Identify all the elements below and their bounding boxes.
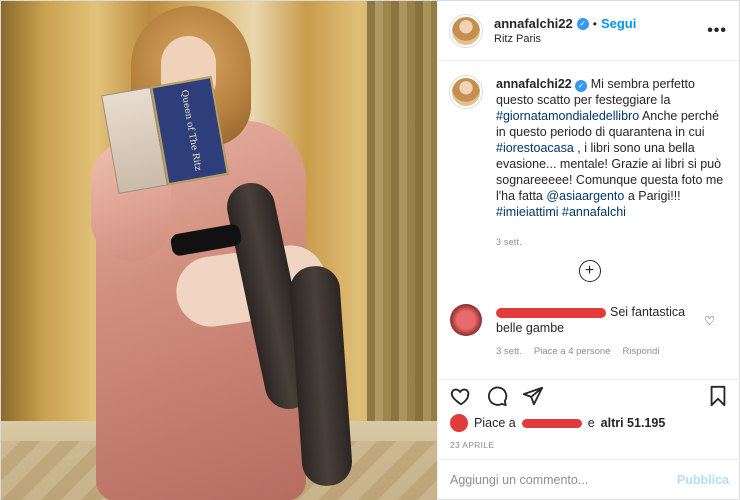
action-icons	[450, 382, 729, 410]
verified-badge-icon: ✓	[576, 17, 589, 30]
book: Queen of The Ritz	[101, 76, 229, 194]
mention-link[interactable]: @asiaargento	[546, 189, 624, 203]
commenter-avatar[interactable]	[450, 304, 482, 336]
plus-circle-icon[interactable]: +	[578, 260, 601, 282]
comment-icon[interactable]	[486, 385, 508, 407]
comment-input[interactable]	[450, 473, 677, 487]
post-sidebar: annafalchi22 ✓ • Segui Ritz Paris ••• an…	[437, 1, 740, 500]
username-link[interactable]: annafalchi22	[494, 16, 573, 31]
verified-badge-icon: ✓	[575, 80, 588, 92]
comment-body: Sei fantastica belle gambe 3 sett. Piace…	[496, 304, 701, 360]
load-more-comments[interactable]: +	[450, 260, 729, 282]
likes-summary[interactable]: Piace a e altri 51.195	[450, 414, 729, 432]
caption-timestamp[interactable]: 3 sett.	[496, 234, 729, 250]
book-title: Queen of The Ritz	[178, 89, 203, 172]
post-actions: Piace a e altri 51.195 23 APRILE	[438, 379, 740, 450]
hashtag-link[interactable]: #iorestoacasa	[496, 141, 574, 155]
caption: annafalchi22 ✓ Mi sembra perfetto questo…	[450, 76, 729, 250]
heart-icon[interactable]	[450, 385, 472, 407]
caption-text: a Parigi!!!	[624, 189, 681, 203]
reply-button[interactable]: Rispondi	[622, 344, 659, 360]
caption-username[interactable]: annafalchi22	[496, 77, 572, 91]
likes-count[interactable]: altri 51.195	[601, 416, 666, 430]
comment-timestamp[interactable]: 3 sett.	[496, 344, 522, 360]
bookmark-icon[interactable]	[707, 385, 729, 407]
header-row: annafalchi22 ✓ • Segui	[494, 16, 707, 31]
share-icon[interactable]	[522, 385, 544, 407]
caption-avatar[interactable]	[450, 76, 482, 108]
comment-item: Sei fantastica belle gambe 3 sett. Piace…	[450, 304, 729, 360]
separator-dot: •	[592, 16, 597, 31]
add-comment-bar: Pubblica	[438, 459, 740, 500]
post-modal: Queen of The Ritz annafalchi22 ✓ • Segui…	[0, 0, 740, 500]
hashtag-link[interactable]: #imieiattimi	[496, 205, 559, 219]
likes-prefix: Piace a	[474, 416, 516, 430]
follow-button[interactable]: Segui	[601, 16, 636, 31]
hashtag-link[interactable]: #annafalchi	[562, 205, 626, 219]
comments-section[interactable]: annafalchi22 ✓ Mi sembra perfetto questo…	[438, 62, 740, 378]
avatar[interactable]	[450, 14, 482, 47]
likes-middle: e	[587, 416, 595, 430]
location-link[interactable]: Ritz Paris	[494, 33, 707, 45]
post-date[interactable]: 23 APRILE	[450, 440, 729, 450]
caption-body: annafalchi22 ✓ Mi sembra perfetto questo…	[496, 76, 729, 250]
comment-likes[interactable]: Piace a 4 persone	[534, 344, 611, 360]
comment-meta: 3 sett. Piace a 4 persone Rispondi	[496, 344, 701, 360]
more-options-icon[interactable]: •••	[707, 22, 727, 40]
liker-avatar	[450, 414, 468, 432]
header-text: annafalchi22 ✓ • Segui Ritz Paris	[494, 16, 707, 45]
post-header: annafalchi22 ✓ • Segui Ritz Paris •••	[438, 1, 739, 61]
comment-like-icon[interactable]: ♡	[704, 314, 715, 328]
redacted-username	[496, 307, 606, 318]
post-photo[interactable]: Queen of The Ritz	[1, 1, 437, 500]
publish-button[interactable]: Pubblica	[677, 473, 729, 487]
redacted-liker	[521, 418, 582, 428]
hashtag-link[interactable]: #giornatamondialedellibro	[496, 109, 639, 123]
